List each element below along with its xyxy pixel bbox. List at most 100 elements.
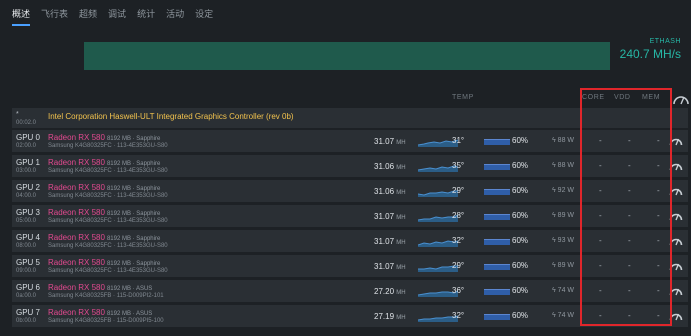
- gpu-memory-vendor: 8192 MB · ASUS: [106, 311, 153, 317]
- gpu-row[interactable]: GPU 3 05:00.0 Radeon RX 580 8192 MB · Sap…: [12, 204, 688, 227]
- gpu-memory-info: Samsung K4G80325FB · 115-D009PI5-100: [48, 318, 164, 324]
- gpu-fan-speed: 60%: [512, 161, 529, 170]
- power-icon: ϟ: [552, 137, 556, 144]
- gpu-memory-vendor: 8192 MB · Sapphire: [106, 211, 161, 217]
- tab-flight-sheet[interactable]: 飞行表: [41, 8, 68, 26]
- gpu-row[interactable]: GPU 6 0a:00.0 Radeon RX 580 8192 MB · ASU…: [12, 279, 688, 302]
- gpu-model-name: Radeon RX 580: [48, 283, 105, 292]
- algorithm-label: ETHASH: [649, 38, 681, 45]
- gpu-mem-clock: -: [657, 286, 660, 295]
- gpu-hashrate: 31.06 MH: [374, 162, 406, 171]
- gpu-hashrate-value: 31.07: [374, 212, 395, 221]
- gpu-bus-id: 05:00.0: [16, 218, 37, 224]
- overclock-gauge-icon[interactable]: [669, 184, 683, 198]
- tab-activity[interactable]: 活动: [166, 8, 184, 26]
- gpu-vdd: -: [628, 211, 631, 220]
- gpu-model-name: Radeon RX 580: [48, 183, 105, 192]
- gpu-memory-info: Samsung K4G80325FC · 113-4E353GU-S80: [48, 168, 168, 174]
- gpu-hashrate-unit: MH: [396, 165, 406, 171]
- gpu-power: ϟ 89 W: [552, 212, 574, 219]
- gpu-hashrate: 27.20 MH: [374, 287, 406, 296]
- gpu-bus-id: 03:00.0: [16, 168, 37, 174]
- gpu-model: Radeon RX 580 8192 MB · ASUS: [48, 283, 152, 292]
- gpu-power-value: 88 W: [557, 162, 575, 169]
- gpu-row[interactable]: GPU 0 02:00.0 Radeon RX 580 8192 MB · Sap…: [12, 129, 688, 152]
- gpu-mem-clock: -: [657, 186, 660, 195]
- gpu-vdd: -: [628, 286, 631, 295]
- gpu-core-clock: -: [599, 261, 602, 270]
- gpu-memory-info: Samsung K4G80325FC · 113-4E353GU-S80: [48, 143, 168, 149]
- header-vdd: VDD: [614, 94, 631, 101]
- gpu-power: ϟ 89 W: [552, 262, 574, 269]
- gpu-power: ϟ 92 W: [552, 187, 574, 194]
- gpu-bus-id: 04:00.0: [16, 193, 37, 199]
- gpu-model-name: Radeon RX 580: [48, 208, 105, 217]
- fan-bar: [484, 239, 510, 245]
- overclock-gauge-icon[interactable]: [669, 234, 683, 248]
- gpu-model: Radeon RX 580 8192 MB · Sapphire: [48, 133, 160, 142]
- gpu-model-name: Radeon RX 580: [48, 258, 105, 267]
- gpu-power: ϟ 74 W: [552, 312, 574, 319]
- gpu-fan-speed: 60%: [512, 311, 529, 320]
- gpu-mem-clock: -: [657, 236, 660, 245]
- gpu-row[interactable]: GPU 1 03:00.0 Radeon RX 580 8192 MB · Sap…: [12, 154, 688, 177]
- tab-overclock[interactable]: 超频: [79, 8, 97, 26]
- gpu-power: ϟ 74 W: [552, 287, 574, 294]
- gpu-model: Radeon RX 580 8192 MB · ASUS: [48, 308, 152, 317]
- gpu-temperature: 32°: [452, 236, 465, 245]
- overclock-gauge-icon[interactable]: [669, 284, 683, 298]
- gpu-power-value: 74 W: [557, 312, 575, 319]
- tab-stats[interactable]: 统计: [137, 8, 155, 26]
- gpu-model-name: Radeon RX 580: [48, 133, 105, 142]
- overclock-gauge-icon[interactable]: [669, 134, 683, 148]
- gpu-vdd: -: [628, 186, 631, 195]
- fan-bar: [484, 314, 510, 320]
- gpu-power-value: 92 W: [557, 187, 575, 194]
- gpu-memory-vendor: 8192 MB · Sapphire: [106, 136, 161, 142]
- gpu-model: Radeon RX 580 8192 MB · Sapphire: [48, 183, 160, 192]
- gpu-row[interactable]: GPU 7 0b:00.0 Radeon RX 580 8192 MB · ASU…: [12, 304, 688, 327]
- tab-debug[interactable]: 调试: [108, 8, 126, 26]
- gpu-hashrate: 31.07 MH: [374, 137, 406, 146]
- power-icon: ϟ: [552, 312, 556, 319]
- gpu-temperature: 32°: [452, 311, 465, 320]
- overclock-gauge-icon[interactable]: [669, 259, 683, 273]
- gpu-hashrate-unit: MH: [396, 215, 406, 221]
- gpu-power-value: 89 W: [557, 212, 575, 219]
- gpu-power: ϟ 88 W: [552, 162, 574, 169]
- gpu-mem-clock: -: [657, 261, 660, 270]
- gpu-row[interactable]: GPU 4 08:00.0 Radeon RX 580 8192 MB · Sap…: [12, 229, 688, 252]
- gpu-hashrate-value: 31.06: [374, 162, 395, 171]
- gpu-vdd: -: [628, 136, 631, 145]
- gpu-power-value: 93 W: [557, 237, 575, 244]
- gpu-model: Radeon RX 580 8192 MB · Sapphire: [48, 233, 160, 242]
- overclock-gauge-icon[interactable]: [669, 159, 683, 173]
- header-mem: MEM: [642, 94, 661, 101]
- gpu-hashrate: 31.07 MH: [374, 237, 406, 246]
- gpu-label: GPU 4: [16, 233, 41, 242]
- gpu-row[interactable]: GPU 5 09:00.0 Radeon RX 580 8192 MB · Sap…: [12, 254, 688, 277]
- header-core: CORE: [582, 94, 605, 101]
- gpu-memory-info: Samsung K4G80325FC · 113-4E353GU-S80: [48, 268, 168, 274]
- gpu-row[interactable]: GPU 2 04:00.0 Radeon RX 580 8192 MB · Sap…: [12, 179, 688, 202]
- gpu-fan-speed: 60%: [512, 286, 529, 295]
- gpu-hashrate-value: 31.06: [374, 187, 395, 196]
- gpu-temperature: 35°: [452, 161, 465, 170]
- gpu-hashrate-value: 31.07: [374, 237, 395, 246]
- overclock-gauge-icon[interactable]: [672, 92, 690, 106]
- overclock-gauge-icon[interactable]: [669, 309, 683, 323]
- gpu-temperature: 28°: [452, 211, 465, 220]
- gpu-hashrate-value: 31.07: [374, 137, 395, 146]
- tab-settings[interactable]: 设定: [195, 8, 213, 26]
- gpu-core-clock: -: [599, 211, 602, 220]
- gpu-memory-vendor: 8192 MB · Sapphire: [106, 236, 161, 242]
- gpu-bus-id: 0a:00.0: [16, 293, 37, 299]
- gpu-label: GPU 7: [16, 308, 41, 317]
- fan-bar: [484, 289, 510, 295]
- gpu-hashrate: 31.07 MH: [374, 212, 406, 221]
- gpu-temperature: 31°: [452, 136, 465, 145]
- gpu-label: GPU 3: [16, 208, 41, 217]
- overclock-gauge-icon[interactable]: [669, 209, 683, 223]
- gpu-hashrate-unit: MH: [396, 315, 406, 321]
- gpu-vdd: -: [628, 161, 631, 170]
